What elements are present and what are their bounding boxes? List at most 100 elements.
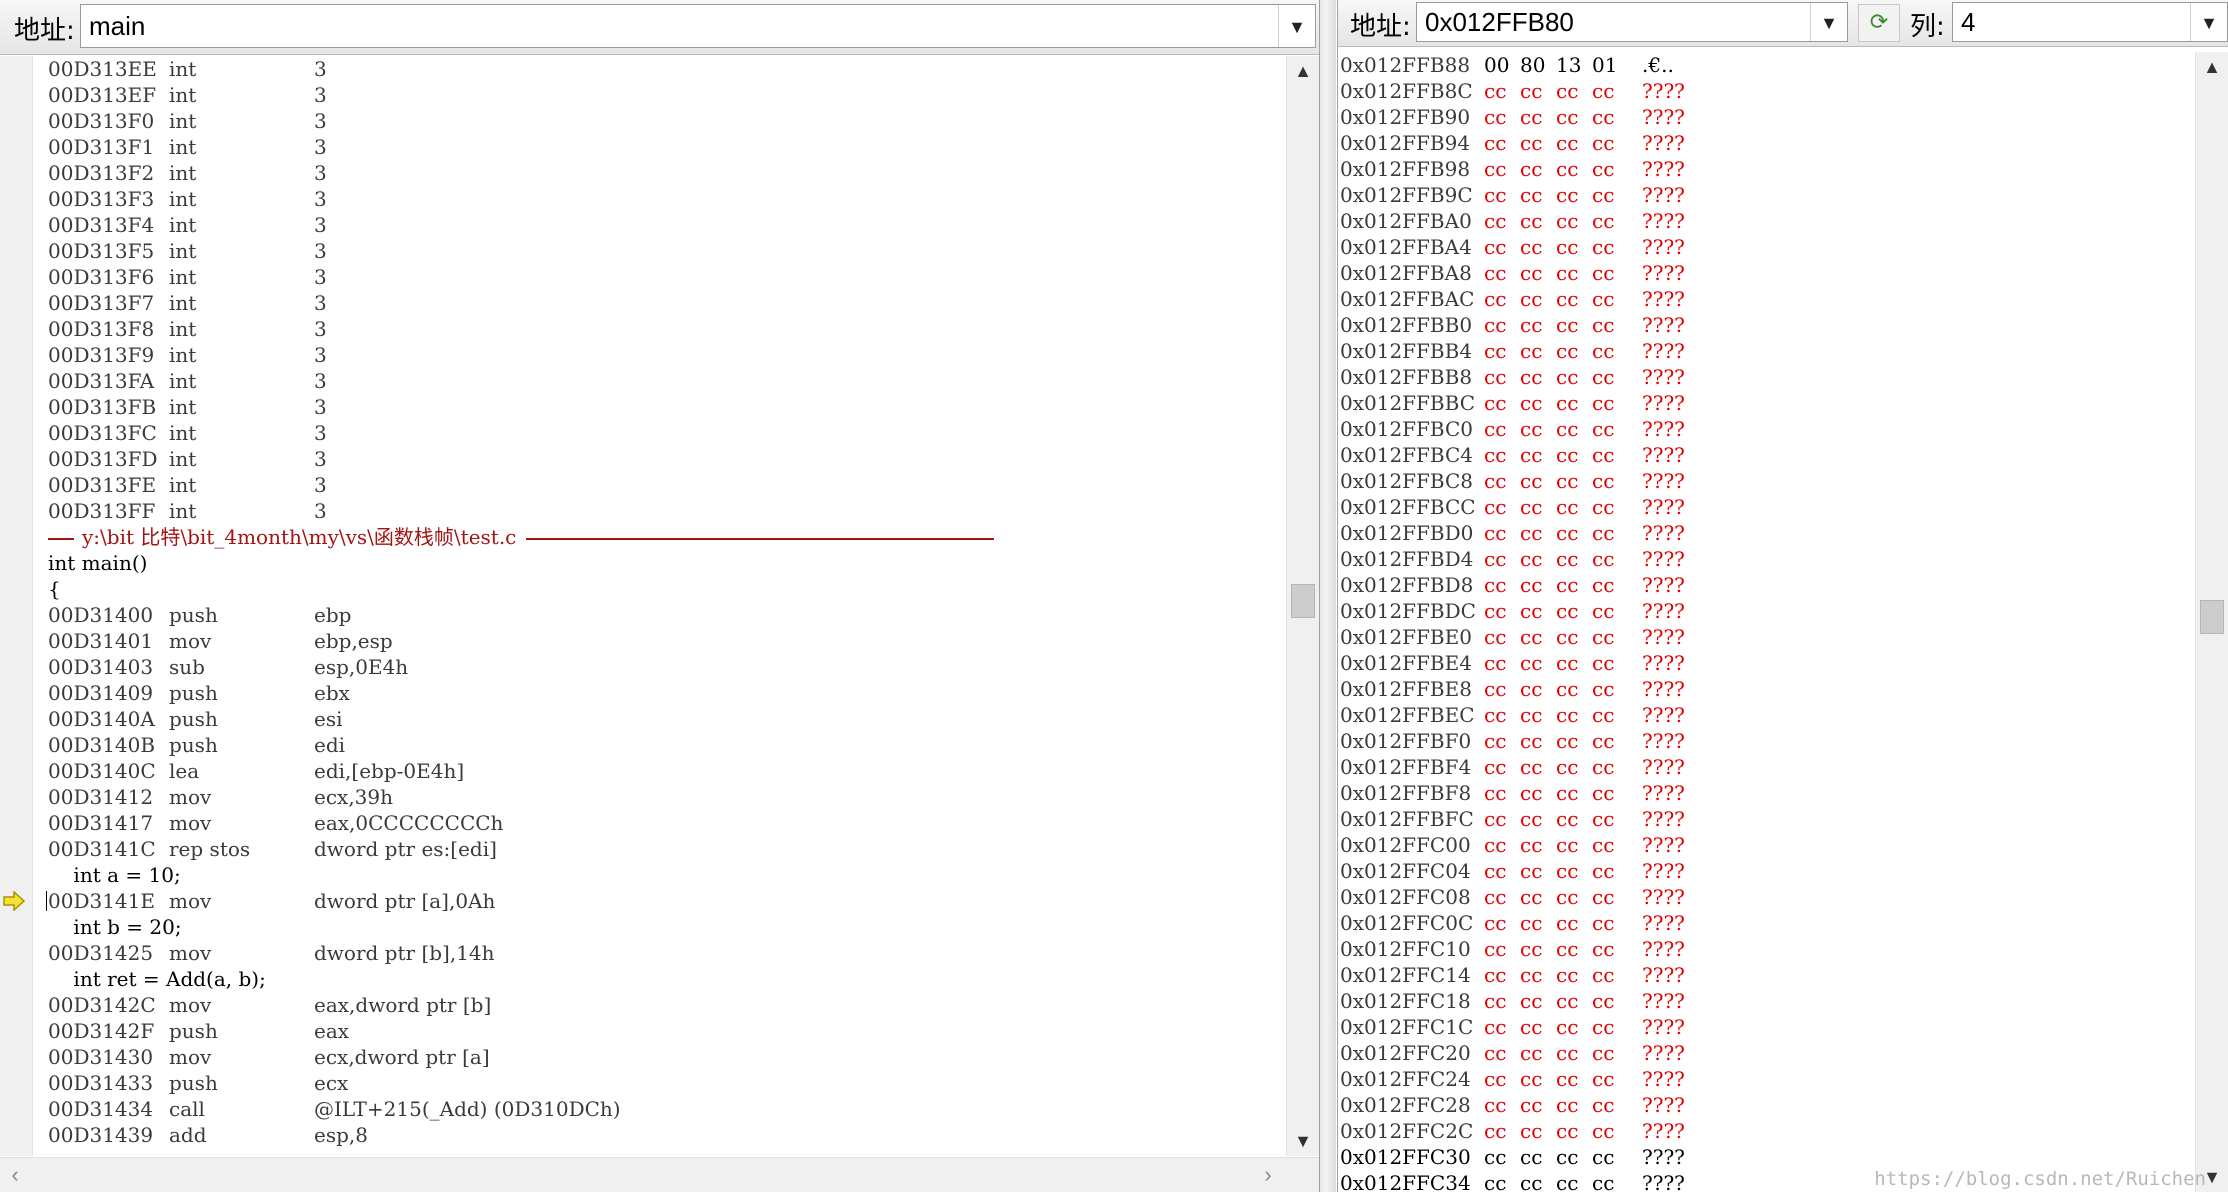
disassembly-address-input[interactable]: main ▼: [80, 4, 1316, 48]
memory-row[interactable]: 0x012FFB90 cc cc cc cc????: [1340, 104, 2192, 130]
memory-row[interactable]: 0x012FFC00 cc cc cc cc????: [1340, 832, 2192, 858]
memory-byte[interactable]: cc: [1592, 884, 1622, 910]
memory-row[interactable]: 0x012FFC14 cc cc cc cc????: [1340, 962, 2192, 988]
scroll-right-icon[interactable]: ›: [1253, 1158, 1283, 1192]
memory-byte[interactable]: cc: [1556, 156, 1586, 182]
memory-byte[interactable]: cc: [1592, 1144, 1622, 1170]
memory-byte[interactable]: cc: [1520, 468, 1550, 494]
memory-byte[interactable]: cc: [1520, 806, 1550, 832]
memory-byte[interactable]: cc: [1592, 416, 1622, 442]
memory-byte[interactable]: cc: [1484, 1170, 1514, 1192]
memory-byte[interactable]: cc: [1520, 286, 1550, 312]
memory-row[interactable]: 0x012FFC18 cc cc cc cc????: [1340, 988, 2192, 1014]
memory-byte[interactable]: cc: [1556, 650, 1586, 676]
memory-row[interactable]: 0x012FFBD4 cc cc cc cc????: [1340, 546, 2192, 572]
memory-row[interactable]: 0x012FFBF4 cc cc cc cc????: [1340, 754, 2192, 780]
memory-row[interactable]: 0x012FFC24 cc cc cc cc????: [1340, 1066, 2192, 1092]
memory-byte[interactable]: cc: [1520, 780, 1550, 806]
memory-byte[interactable]: cc: [1556, 1066, 1586, 1092]
memory-byte[interactable]: cc: [1592, 260, 1622, 286]
memory-byte[interactable]: cc: [1484, 260, 1514, 286]
memory-byte[interactable]: cc: [1520, 754, 1550, 780]
memory-byte[interactable]: cc: [1484, 208, 1514, 234]
memory-row[interactable]: 0x012FFBC8 cc cc cc cc????: [1340, 468, 2192, 494]
memory-byte[interactable]: cc: [1520, 650, 1550, 676]
memory-byte[interactable]: cc: [1520, 208, 1550, 234]
memory-byte[interactable]: cc: [1556, 988, 1586, 1014]
memory-byte[interactable]: cc: [1592, 1118, 1622, 1144]
memory-byte[interactable]: cc: [1520, 988, 1550, 1014]
memory-byte[interactable]: cc: [1484, 156, 1514, 182]
memory-byte[interactable]: cc: [1592, 858, 1622, 884]
memory-row[interactable]: 0x012FFB8C cc cc cc cc????: [1340, 78, 2192, 104]
memory-byte[interactable]: cc: [1484, 520, 1514, 546]
memory-byte[interactable]: cc: [1556, 832, 1586, 858]
memory-byte[interactable]: cc: [1520, 234, 1550, 260]
memory-row[interactable]: 0x012FFBF0 cc cc cc cc????: [1340, 728, 2192, 754]
memory-byte[interactable]: cc: [1556, 1040, 1586, 1066]
memory-byte[interactable]: cc: [1592, 546, 1622, 572]
memory-byte[interactable]: cc: [1520, 182, 1550, 208]
memory-byte[interactable]: cc: [1484, 624, 1514, 650]
memory-byte[interactable]: cc: [1484, 962, 1514, 988]
memory-byte[interactable]: cc: [1484, 338, 1514, 364]
memory-row[interactable]: 0x012FFBBC cc cc cc cc????: [1340, 390, 2192, 416]
memory-byte[interactable]: cc: [1484, 104, 1514, 130]
memory-byte[interactable]: 80: [1520, 52, 1550, 78]
memory-byte[interactable]: cc: [1556, 338, 1586, 364]
memory-byte[interactable]: cc: [1592, 936, 1622, 962]
memory-byte[interactable]: cc: [1520, 598, 1550, 624]
memory-row[interactable]: 0x012FFB98 cc cc cc cc????: [1340, 156, 2192, 182]
memory-byte[interactable]: cc: [1484, 780, 1514, 806]
memory-byte[interactable]: cc: [1520, 390, 1550, 416]
memory-byte[interactable]: cc: [1484, 130, 1514, 156]
memory-row[interactable]: 0x012FFC08 cc cc cc cc????: [1340, 884, 2192, 910]
memory-byte[interactable]: cc: [1592, 338, 1622, 364]
memory-byte[interactable]: cc: [1556, 598, 1586, 624]
memory-byte[interactable]: cc: [1592, 494, 1622, 520]
disassembly-view[interactable]: 00D313EE int 3 00D313EF int 3 00D313F0 int 3 00D3…: [0, 56, 1319, 1156]
memory-byte[interactable]: cc: [1556, 936, 1586, 962]
memory-row[interactable]: 0x012FFBE0 cc cc cc cc????: [1340, 624, 2192, 650]
memory-byte[interactable]: cc: [1520, 910, 1550, 936]
memory-byte[interactable]: cc: [1556, 962, 1586, 988]
memory-row[interactable]: 0x012FFB94 cc cc cc cc????: [1340, 130, 2192, 156]
memory-byte[interactable]: cc: [1484, 884, 1514, 910]
memory-byte[interactable]: cc: [1520, 962, 1550, 988]
memory-byte[interactable]: cc: [1484, 1144, 1514, 1170]
memory-byte[interactable]: cc: [1592, 1040, 1622, 1066]
memory-byte[interactable]: cc: [1484, 468, 1514, 494]
memory-byte[interactable]: 13: [1556, 52, 1586, 78]
memory-byte[interactable]: cc: [1484, 806, 1514, 832]
memory-byte[interactable]: cc: [1592, 1170, 1622, 1192]
memory-byte[interactable]: cc: [1592, 364, 1622, 390]
memory-byte[interactable]: cc: [1520, 156, 1550, 182]
memory-row[interactable]: 0x012FFC2C cc cc cc cc????: [1340, 1118, 2192, 1144]
memory-byte[interactable]: cc: [1556, 780, 1586, 806]
memory-byte[interactable]: cc: [1556, 910, 1586, 936]
memory-byte[interactable]: cc: [1520, 520, 1550, 546]
scroll-down-icon[interactable]: ▼: [1287, 1126, 1319, 1156]
memory-byte[interactable]: cc: [1484, 598, 1514, 624]
memory-row[interactable]: 0x012FFBFC cc cc cc cc????: [1340, 806, 2192, 832]
scroll-up-icon[interactable]: ▲: [1287, 56, 1319, 86]
memory-byte[interactable]: cc: [1520, 832, 1550, 858]
memory-row[interactable]: 0x012FFC20 cc cc cc cc????: [1340, 1040, 2192, 1066]
memory-byte[interactable]: cc: [1592, 1066, 1622, 1092]
memory-byte[interactable]: cc: [1592, 390, 1622, 416]
memory-byte[interactable]: cc: [1520, 1040, 1550, 1066]
memory-byte[interactable]: cc: [1556, 676, 1586, 702]
memory-byte[interactable]: cc: [1556, 234, 1586, 260]
memory-byte[interactable]: cc: [1484, 702, 1514, 728]
memory-byte[interactable]: 01: [1592, 52, 1622, 78]
memory-row[interactable]: 0x012FFBE4 cc cc cc cc????: [1340, 650, 2192, 676]
memory-byte[interactable]: cc: [1520, 442, 1550, 468]
memory-byte[interactable]: cc: [1592, 208, 1622, 234]
memory-byte[interactable]: cc: [1484, 572, 1514, 598]
memory-byte[interactable]: cc: [1484, 832, 1514, 858]
memory-byte[interactable]: cc: [1556, 624, 1586, 650]
chevron-down-icon[interactable]: ▼: [1278, 5, 1315, 47]
memory-byte[interactable]: cc: [1520, 338, 1550, 364]
memory-lines[interactable]: 0x012FFB88 00 80 13 01 .€.. 0x012FFB8C cc cc cc cc…: [1340, 52, 2192, 1192]
memory-byte[interactable]: cc: [1556, 1014, 1586, 1040]
